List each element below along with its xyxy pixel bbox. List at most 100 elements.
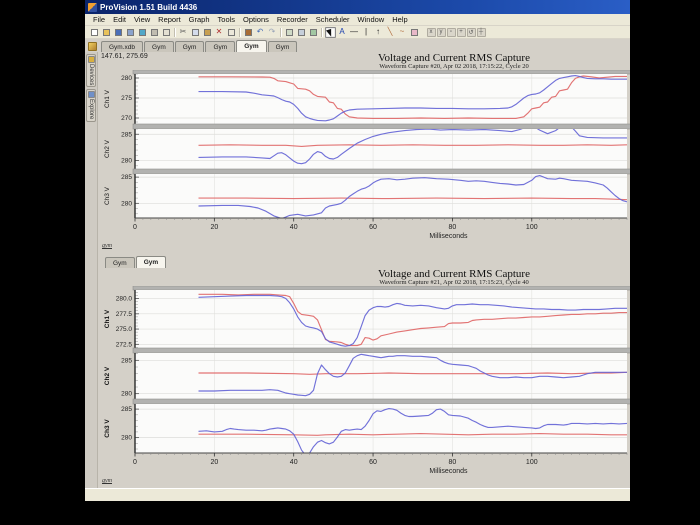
menu-graph[interactable]: Graph bbox=[185, 15, 214, 24]
copy-icon[interactable] bbox=[190, 27, 201, 38]
menu-scheduler[interactable]: Scheduler bbox=[312, 15, 354, 24]
chart-plot-svg[interactable]: 280 275 270 Ch1 V 285 280 Ch2 V 285 280 Ch3 V 0 20 4… bbox=[99, 69, 630, 246]
graph-grid-icon[interactable] bbox=[308, 27, 319, 38]
y-tick-label: 280 bbox=[121, 435, 132, 442]
sidebar-tab-label: Devices bbox=[88, 64, 94, 86]
toolbar-separator bbox=[278, 27, 283, 38]
menu-window[interactable]: Window bbox=[354, 15, 389, 24]
redo-icon[interactable]: ↷ bbox=[267, 27, 278, 38]
new-icon[interactable] bbox=[89, 27, 100, 38]
menu-file[interactable]: File bbox=[89, 15, 109, 24]
print-icon-glyph bbox=[150, 28, 158, 36]
cut-icon[interactable]: ✂ bbox=[178, 27, 189, 38]
print-icon[interactable] bbox=[149, 27, 160, 38]
copy-icon-glyph bbox=[191, 28, 199, 36]
track-cursor-icon[interactable]: ┼ bbox=[476, 27, 486, 37]
pointer-tool-icon[interactable] bbox=[324, 26, 336, 38]
channel-label: Ch2 V bbox=[104, 139, 111, 158]
chart-watermark: gym bbox=[102, 243, 112, 249]
channel-label: Ch3 V bbox=[104, 186, 111, 205]
window-title: ProVision 1.51 Build 4436 bbox=[100, 2, 198, 12]
zoom-box-icon[interactable]: ▫ bbox=[446, 27, 456, 37]
panel-separator bbox=[132, 123, 630, 130]
titlebar[interactable]: ProVision 1.51 Build 4436 bbox=[85, 0, 630, 14]
save-icon[interactable] bbox=[113, 27, 124, 38]
sidebar-tab-devices[interactable]: Devices bbox=[86, 54, 96, 88]
sidebar-tab-explore[interactable]: Explore bbox=[86, 89, 96, 122]
graph-add-icon[interactable] bbox=[296, 27, 307, 38]
y-tick-label: 280.0 bbox=[116, 296, 133, 303]
menu-view[interactable]: View bbox=[130, 15, 154, 24]
y-tick-label: 280 bbox=[121, 391, 132, 398]
graph-icon[interactable] bbox=[284, 27, 295, 38]
pointer-arrow-glyph bbox=[325, 27, 335, 37]
menu-help[interactable]: Help bbox=[388, 15, 411, 24]
toolbar-separator bbox=[237, 27, 242, 38]
graph-icon-glyph bbox=[285, 28, 293, 36]
menu-tools[interactable]: Tools bbox=[214, 15, 240, 24]
doc-tab-4[interactable]: Gym bbox=[236, 40, 267, 52]
paste-icon[interactable] bbox=[202, 27, 213, 38]
y-tick-label: 277.5 bbox=[116, 311, 133, 318]
paste-icon-glyph bbox=[203, 28, 211, 36]
briefcase-icon[interactable] bbox=[243, 27, 254, 38]
zoom-reset-icon[interactable]: ↺ bbox=[466, 27, 476, 37]
print-preview-icon[interactable] bbox=[161, 27, 172, 38]
x-tick-label: 20 bbox=[210, 224, 218, 231]
y-tick-label: 275 bbox=[121, 95, 132, 102]
diagonal-line-tool-icon[interactable]: ╲ bbox=[385, 27, 396, 38]
panel-separator bbox=[132, 398, 630, 405]
inner-tab-0[interactable]: Gym bbox=[105, 257, 135, 268]
x-tick-label: 40 bbox=[290, 224, 298, 231]
x-tick-label: 40 bbox=[290, 459, 298, 466]
x-tick-label: 60 bbox=[369, 224, 377, 231]
doc-tab-5[interactable]: Gym bbox=[267, 41, 298, 52]
zoom-y-icon[interactable]: y bbox=[436, 27, 446, 37]
panel-separator bbox=[132, 168, 630, 175]
pan-tool-icon[interactable]: + bbox=[456, 27, 466, 37]
explorer-icon bbox=[87, 91, 95, 99]
chart-plot[interactable]: 280.0 277.5 275.0 272.5 Ch1 V 285 280 Ch2 V 285 2… bbox=[99, 285, 630, 486]
sidebar-tab-label: Explore bbox=[88, 99, 94, 120]
panel-bg bbox=[135, 74, 627, 124]
doc-tab-2[interactable]: Gym bbox=[174, 41, 205, 52]
doc-tab-1[interactable]: Gym bbox=[144, 41, 174, 52]
save-all-icon[interactable] bbox=[125, 27, 136, 38]
x-tick-label: 80 bbox=[449, 224, 457, 231]
app-icon bbox=[88, 2, 97, 12]
hline-tool-icon[interactable]: — bbox=[349, 27, 360, 38]
delete-icon[interactable]: ✕ bbox=[214, 27, 225, 38]
panel-bg bbox=[135, 129, 627, 169]
statusbar bbox=[85, 488, 630, 501]
inner-tabbar: Gym Gym bbox=[99, 255, 167, 268]
paste-special-icon[interactable] bbox=[226, 27, 237, 38]
doc-tab-0[interactable]: Gym.xdb bbox=[101, 41, 144, 52]
graph-grid-icon-glyph bbox=[309, 28, 317, 36]
panel-bg bbox=[135, 353, 627, 399]
menu-report[interactable]: Report bbox=[154, 15, 185, 24]
arrow-tool-icon[interactable]: ↑ bbox=[373, 27, 384, 38]
chart-plot[interactable]: 280 275 270 Ch1 V 285 280 Ch2 V 285 280 Ch3 V 0 20 4… bbox=[99, 69, 630, 251]
open-folder-icon[interactable] bbox=[101, 27, 112, 38]
vline-tool-icon[interactable]: | bbox=[361, 27, 372, 38]
inner-tab-1[interactable]: Gym bbox=[135, 256, 167, 268]
chart-subtitle: Waveform Capture #21, Apr 02 2018, 17:15… bbox=[379, 279, 529, 286]
y-tick-label: 272.5 bbox=[116, 341, 133, 348]
save-all-icon-glyph bbox=[126, 28, 134, 36]
doc-tab-3[interactable]: Gym bbox=[205, 41, 236, 52]
chart-subtitle: Waveform Capture #20, Apr 02 2018, 17:15… bbox=[379, 63, 529, 70]
menu-options[interactable]: Options bbox=[239, 15, 273, 24]
zoom-x-icon[interactable]: x bbox=[426, 27, 436, 37]
panel-separator bbox=[132, 347, 630, 354]
x-tick-label: 20 bbox=[210, 459, 218, 466]
menu-recorder[interactable]: Recorder bbox=[273, 15, 312, 24]
chart-plot-svg[interactable]: 280.0 277.5 275.0 272.5 Ch1 V 285 280 Ch2 V 285 2… bbox=[99, 285, 630, 481]
x-tick-label: 80 bbox=[449, 459, 457, 466]
annotation-tool-icon-glyph bbox=[410, 28, 418, 36]
curve-tool-icon[interactable]: ~ bbox=[397, 27, 408, 38]
text-tool-icon[interactable]: A bbox=[337, 27, 348, 38]
undo-icon[interactable]: ↶ bbox=[255, 27, 266, 38]
export-icon[interactable] bbox=[137, 27, 148, 38]
annotation-tool-icon[interactable] bbox=[409, 27, 420, 38]
menu-edit[interactable]: Edit bbox=[109, 15, 130, 24]
